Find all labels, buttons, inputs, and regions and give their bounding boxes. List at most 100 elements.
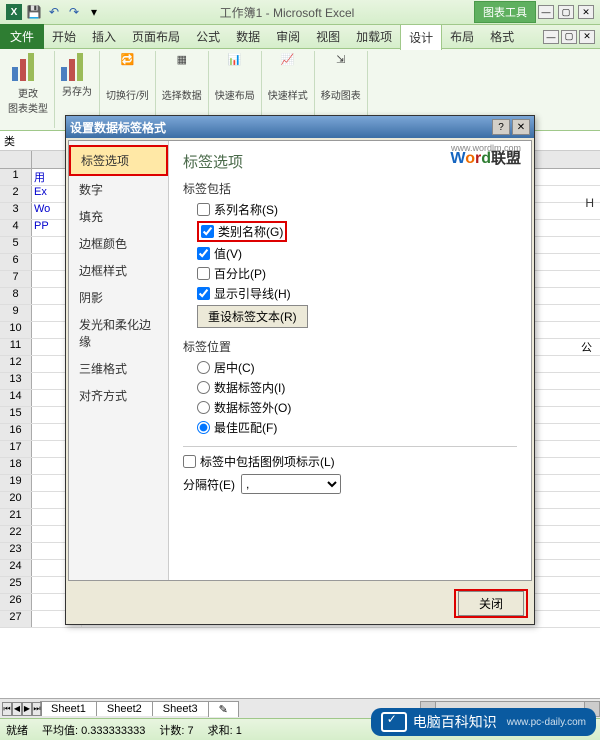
label-contains-label: 标签包括	[183, 180, 517, 197]
mdi-min-icon[interactable]: —	[543, 30, 559, 44]
row-header[interactable]: 7	[0, 271, 32, 287]
row-header[interactable]: 23	[0, 543, 32, 559]
change-chart-type-button[interactable]: 更改图表类型	[2, 51, 55, 128]
row-header[interactable]: 14	[0, 390, 32, 406]
row-header[interactable]: 9	[0, 305, 32, 321]
opt-include-legend-key[interactable]: 标签中包括图例项标示(L)	[183, 453, 517, 470]
row-header[interactable]: 22	[0, 526, 32, 542]
dialog-help-button[interactable]: ?	[492, 119, 510, 135]
sheet-tab-1[interactable]: Sheet1	[40, 701, 97, 716]
redo-icon[interactable]: ↷	[66, 4, 82, 20]
row-header[interactable]: 15	[0, 407, 32, 423]
watermark-url: www.pc-daily.com	[507, 717, 586, 728]
reset-label-text-button[interactable]: 重设标签文本(R)	[197, 305, 308, 328]
pos-center[interactable]: 居中(C)	[197, 359, 517, 376]
opt-series-name[interactable]: 系列名称(S)	[197, 201, 517, 218]
opt-value-label: 值(V)	[214, 245, 242, 262]
select-label: 选择数据	[162, 87, 202, 102]
restore-button[interactable]: ▢	[558, 5, 574, 19]
row-header[interactable]: 5	[0, 237, 32, 253]
pos-inside-end[interactable]: 数据标签内(I)	[197, 379, 517, 396]
tab-page-layout[interactable]: 页面布局	[124, 24, 188, 49]
tab-file[interactable]: 文件	[0, 24, 44, 49]
row-header[interactable]: 19	[0, 475, 32, 491]
row-header[interactable]: 12	[0, 356, 32, 372]
mdi-controls: — ▢ ✕	[542, 30, 596, 44]
select-all-corner[interactable]	[0, 151, 32, 168]
save-icon[interactable]: 💾	[26, 4, 42, 20]
status-avg: 平均值: 0.333333333	[42, 722, 145, 738]
sheet-tab-3[interactable]: Sheet3	[152, 701, 209, 716]
tab-data[interactable]: 数据	[228, 24, 268, 49]
opt-leader-lines[interactable]: 显示引导线(H)	[197, 285, 517, 302]
nav-shadow[interactable]: 阴影	[69, 284, 168, 311]
quick-style-icon: 📈	[272, 53, 304, 85]
mdi-close-icon[interactable]: ✕	[579, 30, 595, 44]
row-header[interactable]: 11	[0, 339, 32, 355]
pos-outside-end[interactable]: 数据标签外(O)	[197, 399, 517, 416]
pos-center-label: 居中(C)	[214, 359, 255, 376]
row-header[interactable]: 6	[0, 254, 32, 270]
row-header[interactable]: 21	[0, 509, 32, 525]
tab-formula[interactable]: 公式	[188, 24, 228, 49]
undo-icon[interactable]: ↶	[46, 4, 62, 20]
nav-label-options[interactable]: 标签选项	[69, 145, 168, 176]
tab-review[interactable]: 审阅	[268, 24, 308, 49]
row-header[interactable]: 2	[0, 186, 32, 202]
row-header[interactable]: 27	[0, 611, 32, 627]
row-header[interactable]: 3	[0, 203, 32, 219]
sheet-tab-new[interactable]: ✎	[208, 701, 239, 717]
title-bar: X 💾 ↶ ↷ ▾ 工作簿1 - Microsoft Excel 图表工具 — …	[0, 0, 600, 25]
tab-home[interactable]: 开始	[44, 24, 84, 49]
chart-type-icon	[12, 53, 44, 81]
nav-fill[interactable]: 填充	[69, 203, 168, 230]
nav-3d[interactable]: 三维格式	[69, 355, 168, 382]
nav-number[interactable]: 数字	[69, 176, 168, 203]
cell-right-fragment: 公	[581, 339, 592, 355]
mdi-restore-icon[interactable]: ▢	[561, 30, 577, 44]
opt-category-name[interactable]: 类别名称(G)	[197, 221, 287, 242]
row-header[interactable]: 1	[0, 169, 32, 185]
sheet-nav-prev-icon[interactable]: ◀	[12, 702, 22, 716]
tab-view[interactable]: 视图	[308, 24, 348, 49]
tab-format[interactable]: 格式	[482, 24, 522, 49]
sheet-tab-2[interactable]: Sheet2	[96, 701, 153, 716]
dialog-close-button[interactable]: ✕	[512, 119, 530, 135]
row-header[interactable]: 10	[0, 322, 32, 338]
nav-border-color[interactable]: 边框颜色	[69, 230, 168, 257]
dialog-titlebar[interactable]: 设置数据标签格式 ? ✕	[66, 116, 534, 138]
format-data-labels-dialog: 设置数据标签格式 ? ✕ 标签选项 数字 填充 边框颜色 边框样式 阴影 发光和…	[65, 115, 535, 625]
tab-insert[interactable]: 插入	[84, 24, 124, 49]
nav-align[interactable]: 对齐方式	[69, 382, 168, 409]
row-header[interactable]: 17	[0, 441, 32, 457]
row-header[interactable]: 26	[0, 594, 32, 610]
nav-border-style[interactable]: 边框样式	[69, 257, 168, 284]
sheet-nav: ⏮ ◀ ▶ ⏭	[2, 702, 42, 716]
row-header[interactable]: 20	[0, 492, 32, 508]
opt-value[interactable]: 值(V)	[197, 245, 517, 262]
nav-glow[interactable]: 发光和柔化边缘	[69, 311, 168, 355]
row-header[interactable]: 4	[0, 220, 32, 236]
tab-addin[interactable]: 加载项	[348, 24, 400, 49]
sheet-nav-next-icon[interactable]: ▶	[22, 702, 32, 716]
sheet-nav-first-icon[interactable]: ⏮	[2, 702, 12, 716]
save-as-label: 另存为	[61, 83, 93, 98]
sheet-nav-last-icon[interactable]: ⏭	[32, 702, 42, 716]
quick-layout-icon: 📊	[219, 53, 251, 85]
row-header[interactable]: 13	[0, 373, 32, 389]
row-header[interactable]: 24	[0, 560, 32, 576]
tab-design[interactable]: 设计	[400, 24, 442, 50]
close-button[interactable]: ✕	[578, 5, 594, 19]
row-header[interactable]: 18	[0, 458, 32, 474]
minimize-button[interactable]: —	[538, 5, 554, 19]
row-header[interactable]: 16	[0, 424, 32, 440]
qat-more-icon[interactable]: ▾	[86, 4, 102, 20]
pos-outside-label: 数据标签外(O)	[214, 399, 291, 416]
row-header[interactable]: 8	[0, 288, 32, 304]
pos-best-fit[interactable]: 最佳匹配(F)	[197, 419, 517, 436]
close-button[interactable]: 关闭	[458, 591, 524, 616]
opt-percent[interactable]: 百分比(P)	[197, 265, 517, 282]
tab-layout[interactable]: 布局	[442, 24, 482, 49]
separator-select[interactable]: ,	[241, 474, 341, 494]
row-header[interactable]: 25	[0, 577, 32, 593]
